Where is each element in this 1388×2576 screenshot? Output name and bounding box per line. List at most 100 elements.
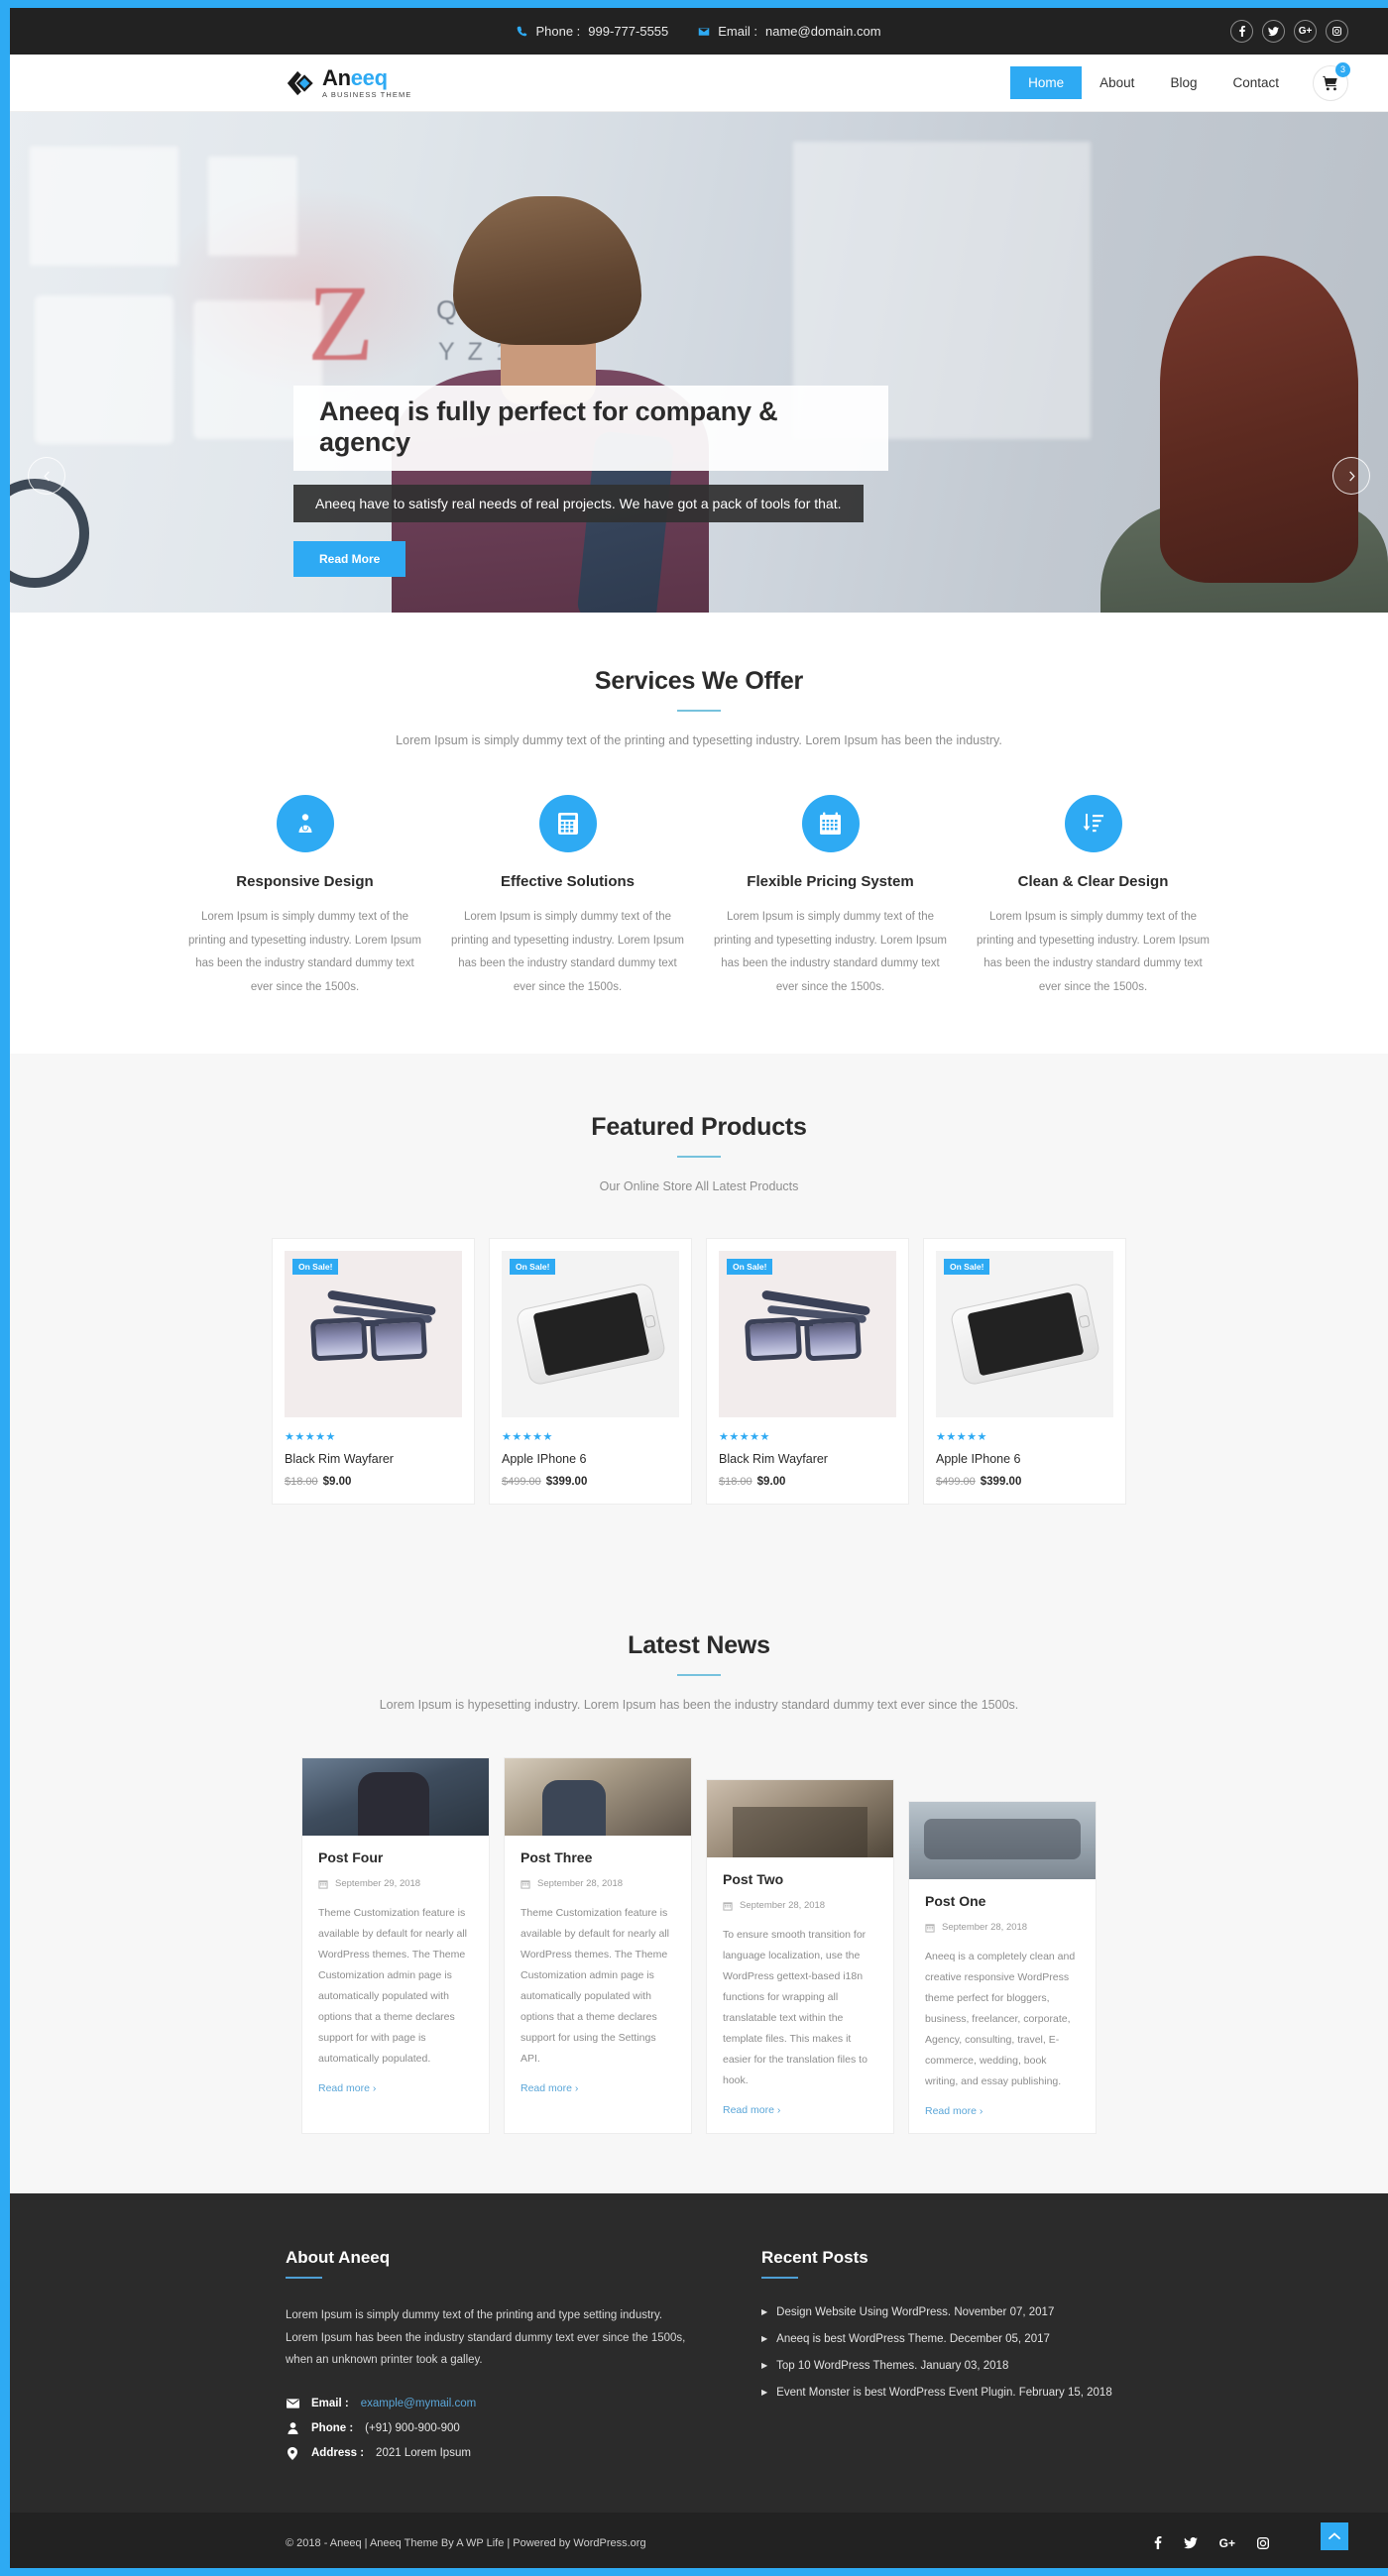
products-grid: On Sale! ★★★★★ Black Rim Wayfarer $18.00… xyxy=(55,1238,1343,1506)
product-card[interactable]: On Sale! ★★★★★ Black Rim Wayfarer $18.00… xyxy=(272,1238,475,1506)
product-old-price: $18.00 xyxy=(719,1476,752,1489)
news-date-text: September 28, 2018 xyxy=(537,1878,624,1890)
product-name[interactable]: Black Rim Wayfarer xyxy=(285,1452,462,1466)
nav-item-blog[interactable]: Blog xyxy=(1152,66,1214,99)
calendar-icon xyxy=(520,1879,530,1889)
news-post-title[interactable]: Post One xyxy=(925,1893,1080,1909)
news-card[interactable]: Post Three September 28, 2018 Theme Cust… xyxy=(504,1757,692,2135)
google-plus-icon[interactable]: G+ xyxy=(1219,2536,1235,2550)
news-card[interactable]: Post One September 28, 2018 Aneeq is a c… xyxy=(908,1801,1097,2135)
news-date-text: September 28, 2018 xyxy=(942,1922,1028,1934)
service-card-responsive-design[interactable]: Responsive Design Lorem Ipsum is simply … xyxy=(174,795,436,999)
footer-rule xyxy=(286,2277,322,2280)
site-logo[interactable]: Aneeq A BUSINESS THEME xyxy=(286,66,411,99)
sort-amount-down-icon xyxy=(1064,795,1122,852)
news-read-more-link[interactable]: Read more › xyxy=(723,2104,780,2116)
product-thumbnail: On Sale! xyxy=(285,1251,462,1418)
footer-about-column: About Aneeq Lorem Ipsum is simply dummy … xyxy=(286,2248,732,2472)
facebook-icon[interactable] xyxy=(1230,20,1253,43)
footer-recent-item[interactable]: ▶ Event Monster is best WordPress Event P… xyxy=(761,2387,1237,2399)
services-header: Services We Offer Lorem Ipsum is simply … xyxy=(55,667,1343,747)
news-read-more-link[interactable]: Read more › xyxy=(520,2082,578,2094)
service-card-clean-clear-design[interactable]: Clean & Clear Design Lorem Ipsum is simp… xyxy=(962,795,1224,999)
service-card-flexible-pricing[interactable]: Flexible Pricing System Lorem Ipsum is s… xyxy=(699,795,962,999)
instagram-icon[interactable] xyxy=(1326,20,1348,43)
slider-prev-button[interactable] xyxy=(28,457,65,495)
top-bar-email-value: name@domain.com xyxy=(765,24,881,39)
back-to-top-button[interactable] xyxy=(1321,2521,1348,2550)
news-excerpt: To ensure smooth transition for language… xyxy=(723,1929,868,2087)
twitter-icon[interactable] xyxy=(1183,2536,1198,2549)
section-rule xyxy=(677,1674,721,1677)
cart-button[interactable]: 3 xyxy=(1313,61,1350,101)
product-card[interactable]: On Sale! ★★★★★ Black Rim Wayfarer $18.00… xyxy=(706,1238,909,1506)
featured-products-section: Featured Products Our Online Store All L… xyxy=(10,1054,1388,1575)
sale-badge: On Sale! xyxy=(510,1259,556,1276)
footer-recent-item-text: Aneeq is best WordPress Theme. December … xyxy=(776,2333,1050,2346)
footer-email-value[interactable]: example@mymail.com xyxy=(361,2398,476,2409)
news-card[interactable]: Post Two September 28, 2018 To ensure sm… xyxy=(706,1779,894,2135)
product-name[interactable]: Black Rim Wayfarer xyxy=(719,1452,896,1466)
service-text: Lorem Ipsum is simply dummy text of the … xyxy=(187,911,422,993)
hero-prop xyxy=(208,157,297,256)
cart-icon xyxy=(1323,75,1337,90)
footer-recent-item[interactable]: ▶ Design Website Using WordPress. Novembe… xyxy=(761,2306,1237,2318)
news-excerpt: Theme Customization feature is available… xyxy=(520,1907,670,2066)
envelope-icon xyxy=(286,2398,299,2408)
footer-recent-item[interactable]: ▶ Top 10 WordPress Themes. January 03, 20… xyxy=(761,2360,1237,2372)
sunglasses-image xyxy=(309,1289,438,1374)
caret-right-icon: ▶ xyxy=(761,2361,768,2371)
news-thumbnail xyxy=(707,1780,893,1858)
hero-read-more-button[interactable]: Read More xyxy=(293,541,406,577)
news-card[interactable]: Post Four September 29, 2018 Theme Custo… xyxy=(301,1757,490,2135)
products-header: Featured Products Our Online Store All L… xyxy=(55,1113,1343,1193)
top-bar-phone[interactable]: Phone : 999-777-5555 xyxy=(517,24,668,39)
product-card[interactable]: On Sale! ★★★★★ Apple IPhone 6 $499.00 $39… xyxy=(489,1238,692,1506)
google-plus-icon[interactable]: G+ xyxy=(1294,20,1317,43)
slider-next-button[interactable] xyxy=(1332,457,1370,495)
products-description: Our Online Store All Latest Products xyxy=(599,1179,799,1194)
product-thumbnail: On Sale! xyxy=(719,1251,896,1418)
product-name[interactable]: Apple IPhone 6 xyxy=(936,1452,1113,1466)
calculator-icon xyxy=(538,795,597,852)
service-text: Lorem Ipsum is simply dummy text of the … xyxy=(713,911,948,993)
instagram-icon[interactable] xyxy=(1257,2536,1269,2549)
sale-badge: On Sale! xyxy=(944,1259,990,1276)
facebook-icon[interactable] xyxy=(1154,2536,1162,2550)
product-thumbnail: On Sale! xyxy=(502,1251,679,1418)
product-new-price: $9.00 xyxy=(322,1476,352,1489)
nav-item-about[interactable]: About xyxy=(1082,66,1152,99)
latest-news-section: Latest News Lorem Ipsum is hypesetting i… xyxy=(10,1574,1388,2194)
product-old-price: $499.00 xyxy=(936,1476,976,1489)
news-post-title[interactable]: Post Four xyxy=(318,1849,473,1865)
top-bar-phone-value: 999-777-5555 xyxy=(588,24,669,39)
news-read-more-link[interactable]: Read more › xyxy=(318,2082,376,2094)
top-bar-email[interactable]: Email : name@domain.com xyxy=(698,24,881,39)
product-price: $499.00 $399.00 xyxy=(502,1476,679,1488)
news-post-title[interactable]: Post Three xyxy=(520,1849,675,1865)
hero-slider: Z QRS YZ1 Aneeq is fully perfect for com… xyxy=(10,112,1388,613)
service-card-effective-solutions[interactable]: Effective Solutions Lorem Ipsum is simpl… xyxy=(436,795,699,999)
services-grid: Responsive Design Lorem Ipsum is simply … xyxy=(55,795,1343,999)
phone-image xyxy=(948,1282,1101,1387)
product-card[interactable]: On Sale! ★★★★★ Apple IPhone 6 $499.00 $39… xyxy=(923,1238,1126,1506)
footer-recent-item[interactable]: ▶ Aneeq is best WordPress Theme. December… xyxy=(761,2333,1237,2345)
footer-email-row[interactable]: Email : example@mymail.com xyxy=(286,2398,692,2409)
product-new-price: $9.00 xyxy=(756,1476,786,1489)
footer-about-title: About Aneeq xyxy=(286,2248,391,2268)
services-description: Lorem Ipsum is simply dummy text of the … xyxy=(396,733,1002,747)
news-thumbnail xyxy=(909,1802,1096,1880)
top-bar-contact-group: Phone : 999-777-5555 Email : name@domain… xyxy=(10,24,1388,39)
footer-recent-posts-column: Recent Posts ▶ Design Website Using WordP… xyxy=(761,2248,1277,2472)
chevron-right-icon xyxy=(1348,470,1355,482)
main-nav: Home About Blog Contact 3 xyxy=(1010,61,1350,101)
footer-recent-item-text: Top 10 WordPress Themes. January 03, 201… xyxy=(776,2360,1009,2373)
product-name[interactable]: Apple IPhone 6 xyxy=(502,1452,679,1466)
news-post-title[interactable]: Post Two xyxy=(723,1871,877,1887)
news-read-more-link[interactable]: Read more › xyxy=(925,2105,983,2117)
nav-item-contact[interactable]: Contact xyxy=(1214,66,1297,99)
calendar-icon xyxy=(801,795,860,852)
footer-recent-item-text: Event Monster is best WordPress Event Pl… xyxy=(776,2387,1112,2400)
twitter-icon[interactable] xyxy=(1262,20,1285,43)
nav-item-home[interactable]: Home xyxy=(1010,66,1083,99)
